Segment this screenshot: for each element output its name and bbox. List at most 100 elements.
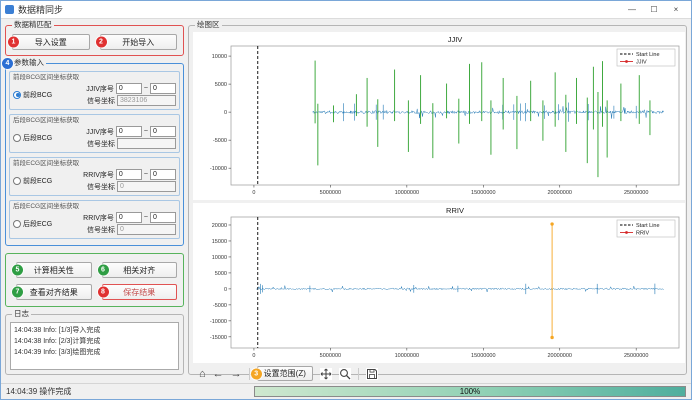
- step-4-marker: 4: [2, 58, 13, 69]
- window-title: 数据精同步: [18, 3, 63, 16]
- group-log: 日志 14:04:38 Info: [1/3]导入完成14:04:38 Info…: [5, 314, 184, 375]
- svg-text:20000: 20000: [212, 223, 227, 229]
- svg-text:5000: 5000: [215, 82, 227, 88]
- svg-text:RRIV: RRIV: [446, 206, 464, 215]
- status-text: 14:04:39 操作完成: [6, 386, 71, 397]
- status-bar: 14:04:39 操作完成 100%: [1, 383, 691, 399]
- tilde-label: ~: [144, 214, 148, 221]
- svg-text:25000000: 25000000: [624, 353, 648, 359]
- home-icon[interactable]: ⌂: [199, 368, 206, 380]
- toolbar-separator: [249, 368, 250, 380]
- import-settings-button[interactable]: 导入设置: [12, 34, 90, 50]
- coord-label: 信号坐标: [87, 182, 115, 192]
- group-log-title: 日志: [12, 309, 31, 319]
- index-label: RRIV序号: [83, 170, 114, 180]
- radio-icon[interactable]: [13, 177, 21, 185]
- save-result-button[interactable]: 保存结果: [102, 284, 178, 300]
- radio-icon[interactable]: [13, 220, 21, 228]
- range-end-input[interactable]: [150, 212, 176, 223]
- range-start-input[interactable]: [116, 212, 142, 223]
- svg-text:0: 0: [224, 110, 227, 116]
- index-label: JJIV序号: [86, 127, 114, 137]
- subgroup-title: 后段BCG区间坐标获取: [13, 116, 176, 125]
- save-figure-icon[interactable]: [366, 368, 378, 380]
- radio-label: 前段BCG: [23, 90, 52, 100]
- progress-bar: 100%: [254, 386, 686, 397]
- close-button[interactable]: ×: [665, 2, 687, 18]
- svg-text:20000000: 20000000: [547, 190, 571, 196]
- segment-radio[interactable]: 前段BCG: [13, 90, 65, 100]
- svg-text:-10000: -10000: [210, 166, 227, 172]
- app-window: 数据精同步 — ☐ × 数据精匹配 1 导入设置 2 开始导入 参数输入 4: [0, 0, 692, 400]
- segment-radio[interactable]: 后段ECG: [13, 219, 65, 229]
- svg-text:0: 0: [224, 287, 227, 293]
- index-label: JJIV序号: [86, 84, 114, 94]
- radio-label: 后段ECG: [23, 219, 52, 229]
- chart-jjiv[interactable]: JJIV050000001000000015000000200000002500…: [193, 32, 685, 200]
- range-start-input[interactable]: [116, 126, 142, 137]
- maximize-button[interactable]: ☐: [643, 2, 665, 18]
- step-8-marker: 8: [98, 287, 109, 298]
- back-icon[interactable]: ←: [213, 368, 224, 380]
- plot-toolbar: ⌂ ← → 3 设置范围(Z): [193, 363, 682, 381]
- progress-label: 100%: [255, 387, 685, 396]
- group-actions: 5 计算相关性 6 相关对齐 7 查看对齐结果 8 保存结果: [5, 253, 184, 307]
- svg-text:15000000: 15000000: [471, 353, 495, 359]
- signal-coord-input[interactable]: [117, 95, 176, 106]
- range-start-input[interactable]: [116, 83, 142, 94]
- forward-icon[interactable]: →: [231, 368, 242, 380]
- signal-coord-input[interactable]: [117, 224, 176, 235]
- toolbar-separator: [358, 368, 359, 380]
- correlation-align-button[interactable]: 相关对齐: [102, 262, 178, 278]
- signal-coord-input[interactable]: [117, 181, 176, 192]
- pan-icon[interactable]: [320, 368, 332, 380]
- svg-text:-5000: -5000: [213, 138, 227, 144]
- svg-text:15000000: 15000000: [471, 190, 495, 196]
- range-end-input[interactable]: [150, 126, 176, 137]
- svg-text:Start Line: Start Line: [636, 223, 660, 229]
- compute-correlation-button[interactable]: 计算相关性: [16, 262, 92, 278]
- group-params-title: 参数输入: [12, 58, 46, 68]
- tilde-label: ~: [144, 128, 148, 135]
- svg-text:Start Line: Start Line: [636, 52, 660, 58]
- param-subgroup: 后段BCG区间坐标获取后段BCGJJIV序号~信号坐标: [9, 114, 180, 153]
- param-subgroup: 后段ECG区间坐标获取后段ECGRRIV序号~信号坐标: [9, 200, 180, 239]
- group-data-match: 数据精匹配 1 导入设置 2 开始导入: [5, 25, 184, 56]
- param-subgroup: 前段BCG区间坐标获取前段BCGJJIV序号~信号坐标: [9, 71, 180, 110]
- zoom-icon[interactable]: [339, 368, 351, 380]
- svg-text:RRIV: RRIV: [636, 231, 649, 237]
- range-end-input[interactable]: [150, 169, 176, 180]
- step-3-marker: 3: [251, 368, 262, 379]
- step-5-marker: 5: [12, 265, 23, 276]
- log-line: 14:04:39 Info: [3/3]绘图完成: [14, 347, 175, 358]
- group-data-match-title: 数据精匹配: [12, 20, 54, 30]
- log-output: 14:04:38 Info: [1/3]导入完成14:04:38 Info: […: [10, 322, 179, 370]
- svg-text:5000: 5000: [215, 271, 227, 277]
- chart-rriv[interactable]: RRIV050000001000000015000000200000002500…: [193, 203, 685, 363]
- svg-text:10000: 10000: [212, 255, 227, 261]
- segment-radio[interactable]: 后段BCG: [13, 133, 65, 143]
- minimize-button[interactable]: —: [621, 2, 643, 18]
- set-range-button[interactable]: 设置范围(Z): [257, 366, 313, 381]
- svg-text:10000: 10000: [212, 54, 227, 60]
- start-import-button[interactable]: 开始导入: [100, 34, 178, 50]
- svg-text:-5000: -5000: [213, 303, 227, 309]
- radio-icon[interactable]: [13, 134, 21, 142]
- step-2-marker: 2: [96, 37, 107, 48]
- svg-text:0: 0: [252, 190, 255, 196]
- svg-text:-10000: -10000: [210, 319, 227, 325]
- range-start-input[interactable]: [116, 169, 142, 180]
- svg-text:10000000: 10000000: [395, 353, 419, 359]
- param-subgroup-list: 前段BCG区间坐标获取前段BCGJJIV序号~信号坐标后段BCG区间坐标获取后段…: [6, 64, 183, 245]
- window-controls: — ☐ ×: [621, 2, 687, 18]
- subgroup-title: 后段ECG区间坐标获取: [13, 202, 176, 211]
- view-align-result-button[interactable]: 查看对齐结果: [16, 284, 92, 300]
- signal-coord-input[interactable]: [117, 138, 176, 149]
- svg-text:25000000: 25000000: [624, 190, 648, 196]
- svg-text:JJIV: JJIV: [636, 60, 647, 66]
- param-subgroup: 前段ECG区间坐标获取前段ECGRRIV序号~信号坐标: [9, 157, 180, 196]
- radio-icon[interactable]: [13, 91, 21, 99]
- segment-radio[interactable]: 前段ECG: [13, 176, 65, 186]
- svg-text:5000000: 5000000: [320, 353, 341, 359]
- range-end-input[interactable]: [150, 83, 176, 94]
